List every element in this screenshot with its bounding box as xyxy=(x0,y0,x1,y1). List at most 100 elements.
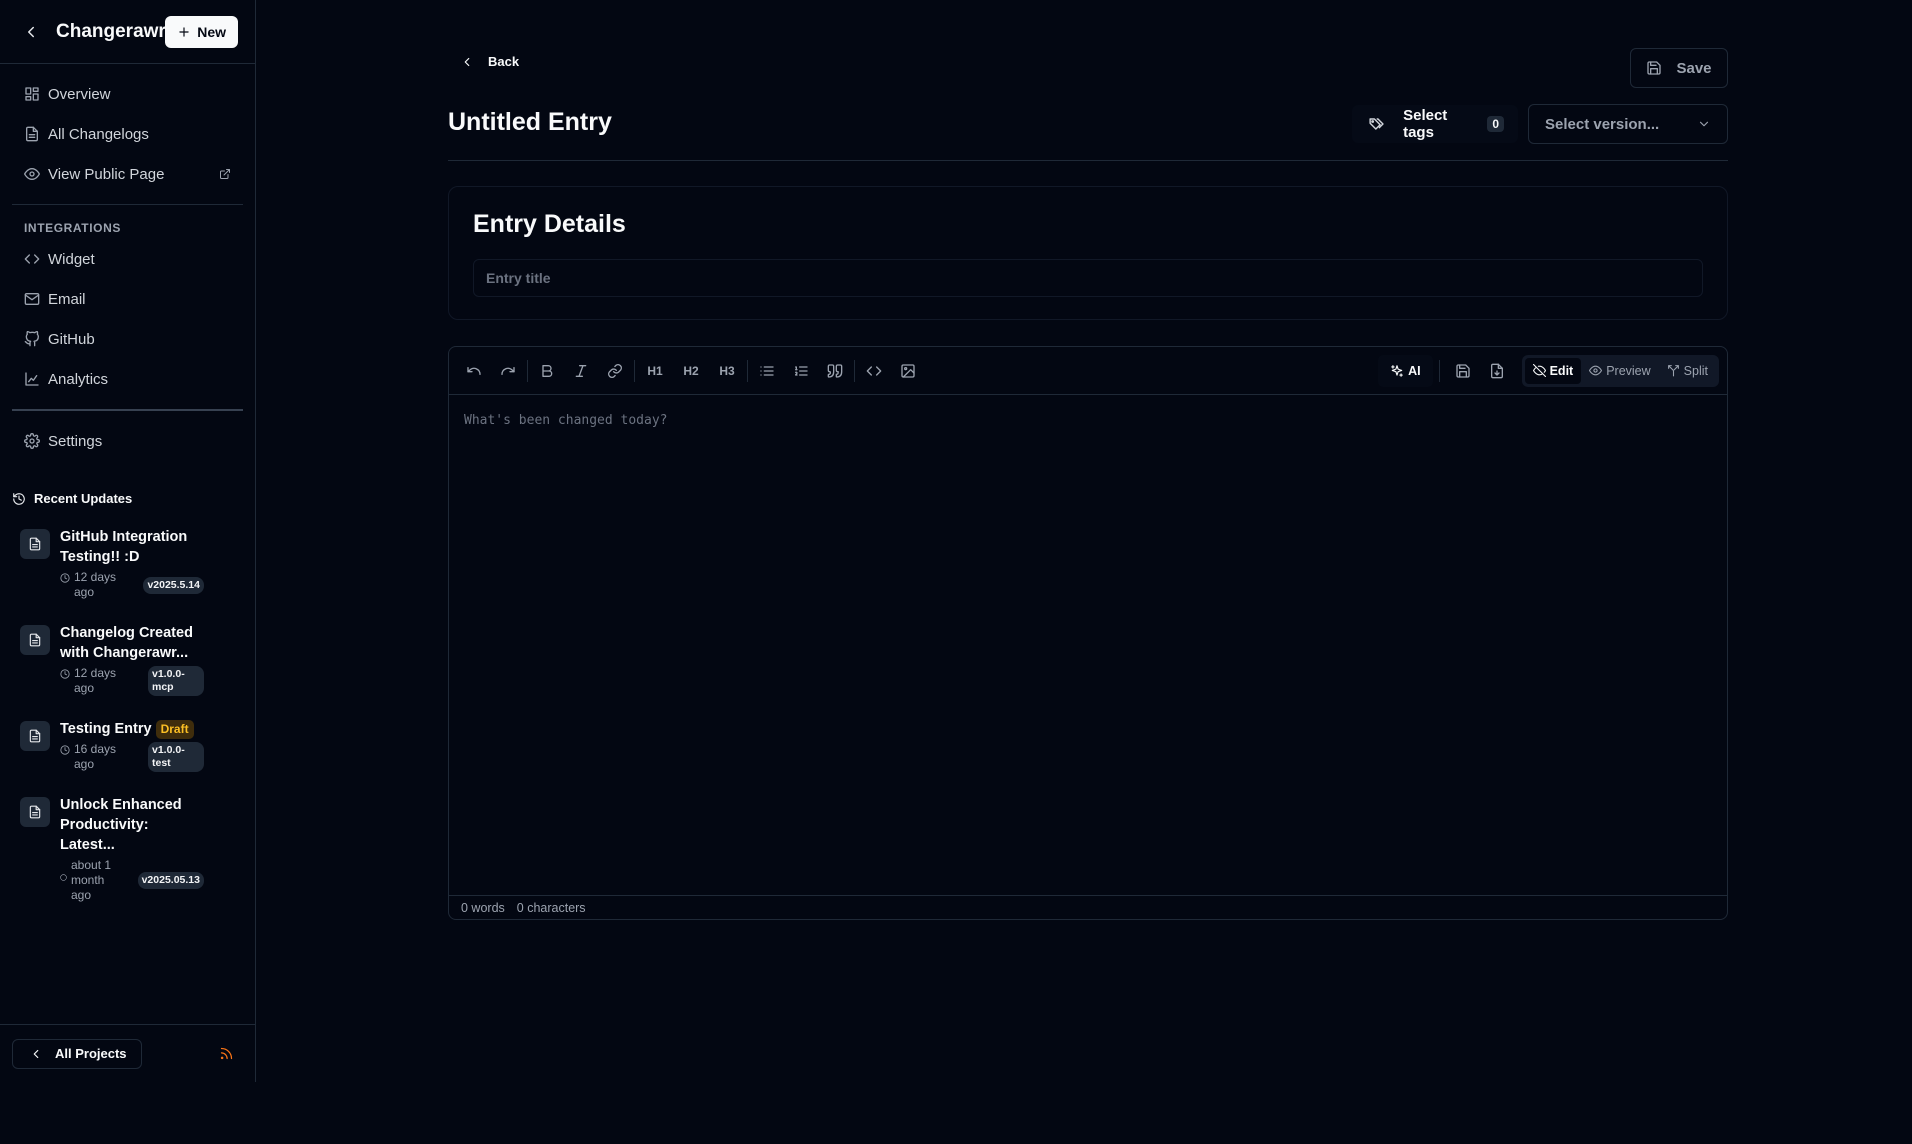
character-count: 0 characters xyxy=(516,900,586,915)
new-entry-button[interactable]: New xyxy=(165,15,238,48)
document-icon xyxy=(20,529,50,559)
italic-button[interactable] xyxy=(564,354,598,388)
recent-update-time-label: 16 days ago xyxy=(74,742,117,771)
divider xyxy=(12,204,243,205)
split-mode-button[interactable]: Split xyxy=(1659,358,1716,384)
sidebar-item-settings[interactable]: Settings xyxy=(12,421,243,461)
redo-button[interactable] xyxy=(491,354,525,388)
plus-icon xyxy=(179,26,189,37)
sidebar-item-overview[interactable]: Overview xyxy=(12,74,243,114)
toolbar-divider xyxy=(854,359,855,382)
recent-update-time: 12 days ago xyxy=(60,666,126,696)
image-button[interactable] xyxy=(891,354,925,388)
new-button-label: New xyxy=(197,23,226,40)
select-tags-button[interactable]: Select tags 0 xyxy=(1352,105,1518,143)
undo-button[interactable] xyxy=(457,354,491,388)
entry-details-heading: Entry Details xyxy=(473,210,626,238)
sidebar-item-analytics[interactable]: Analytics xyxy=(12,359,243,399)
bullet-list-button[interactable] xyxy=(750,354,784,388)
sidebar-item-view-public-page[interactable]: View Public Page xyxy=(12,154,243,194)
sidebar-item-label: GitHub xyxy=(48,330,95,348)
redo-icon xyxy=(501,366,515,375)
document-icon xyxy=(20,625,50,655)
sidebar-item-github[interactable]: GitHub xyxy=(12,319,243,359)
edit-mode-button[interactable]: Edit xyxy=(1524,357,1582,384)
split-mode-label: Split xyxy=(1683,363,1708,378)
code-icon xyxy=(24,254,40,264)
back-label: Back xyxy=(488,54,520,69)
chevron-left-icon[interactable] xyxy=(22,23,40,41)
version-badge: v1.0.0-test xyxy=(148,742,204,772)
sidebar-item-label: Email xyxy=(48,290,86,308)
recent-update-time: about 1 month ago xyxy=(60,858,119,903)
clock-icon xyxy=(60,745,70,755)
export-button[interactable] xyxy=(1480,354,1514,388)
sidebar-item-email[interactable]: Email xyxy=(12,279,243,319)
divider xyxy=(448,160,1728,161)
all-projects-label: All Projects xyxy=(55,1046,127,1061)
toolbar-divider xyxy=(634,359,635,382)
save-button[interactable]: Save xyxy=(1630,48,1728,88)
sidebar-item-widget[interactable]: Widget xyxy=(12,239,243,279)
document-icon xyxy=(26,126,38,142)
project-title: Changerawr... xyxy=(56,20,165,42)
rss-icon[interactable] xyxy=(219,1046,234,1061)
editor-textarea[interactable]: What's been changed today? xyxy=(449,395,1727,895)
eye-icon xyxy=(24,168,40,180)
recent-updates-heading: Recent Updates xyxy=(0,491,144,506)
save-draft-button[interactable] xyxy=(1446,354,1480,388)
image-icon xyxy=(901,363,915,378)
save-icon xyxy=(1455,363,1470,378)
mail-icon xyxy=(24,293,40,305)
recent-update-title: Unlock Enhanced Productivity: Latest... xyxy=(60,797,182,853)
recent-update-title: GitHub Integration Testing!! :D xyxy=(60,529,188,565)
link-button[interactable] xyxy=(598,354,632,388)
select-tags-label: Select tags xyxy=(1403,107,1448,141)
back-button[interactable]: Back xyxy=(460,54,519,69)
all-projects-button[interactable]: All Projects xyxy=(12,1038,142,1069)
recent-update-item[interactable]: GitHub Integration Testing!! :D 12 days … xyxy=(20,527,210,600)
heading-2-icon: H2 xyxy=(683,363,699,378)
history-icon xyxy=(13,492,25,505)
file-download-icon xyxy=(1490,363,1503,378)
heading-1-button[interactable]: H1 xyxy=(637,354,673,388)
toolbar-divider xyxy=(747,359,748,382)
sidebar-item-all-changelogs[interactable]: All Changelogs xyxy=(12,114,243,154)
split-icon xyxy=(1667,365,1679,377)
recent-update-time: 12 days ago xyxy=(60,570,126,600)
sidebar-item-label: Overview xyxy=(48,85,111,103)
recent-update-item[interactable]: Changelog Created with Changerawr... 12 … xyxy=(20,623,210,696)
undo-icon xyxy=(467,366,481,375)
sidebar-item-label: Analytics xyxy=(48,370,109,388)
code-button[interactable] xyxy=(857,354,891,388)
heading-3-button[interactable]: H3 xyxy=(709,354,745,388)
quote-icon xyxy=(827,363,843,378)
preview-mode-button[interactable]: Preview xyxy=(1581,358,1658,384)
toolbar-divider xyxy=(527,359,528,382)
save-label: Save xyxy=(1676,59,1712,77)
recent-update-item[interactable]: Testing Entry Draft 16 days ago v1.0.0-te… xyxy=(20,719,210,772)
gear-icon xyxy=(24,433,40,449)
link-icon xyxy=(608,363,622,378)
chevron-left-icon xyxy=(464,57,470,66)
sidebar-item-label: Settings xyxy=(48,432,103,450)
recent-update-title: Changelog Created with Changerawr... xyxy=(60,625,193,661)
version-select[interactable]: Select version... xyxy=(1528,104,1728,144)
entry-title-input[interactable] xyxy=(473,259,1703,297)
bold-button[interactable] xyxy=(530,354,564,388)
toolbar-divider xyxy=(1438,359,1440,382)
heading-3-icon: H3 xyxy=(719,363,735,378)
bullet-list-icon xyxy=(760,365,774,376)
ai-assist-button[interactable]: AI xyxy=(1378,354,1433,387)
quote-button[interactable] xyxy=(818,354,852,388)
view-mode-toggle: Edit Preview Split xyxy=(1521,354,1719,387)
chevron-left-icon xyxy=(33,1049,39,1058)
recent-update-item[interactable]: Unlock Enhanced Productivity: Latest... … xyxy=(20,795,210,903)
editor-toolbar: H1 H2 H3 AI Edit Preview Split xyxy=(449,347,1727,395)
recent-update-time-label: 12 days ago xyxy=(74,666,117,695)
heading-2-button[interactable]: H2 xyxy=(673,354,709,388)
numbered-list-button[interactable] xyxy=(784,354,818,388)
italic-icon xyxy=(575,364,587,377)
recent-updates-label: Recent Updates xyxy=(34,491,133,506)
sidebar-footer: All Projects xyxy=(0,1024,256,1082)
